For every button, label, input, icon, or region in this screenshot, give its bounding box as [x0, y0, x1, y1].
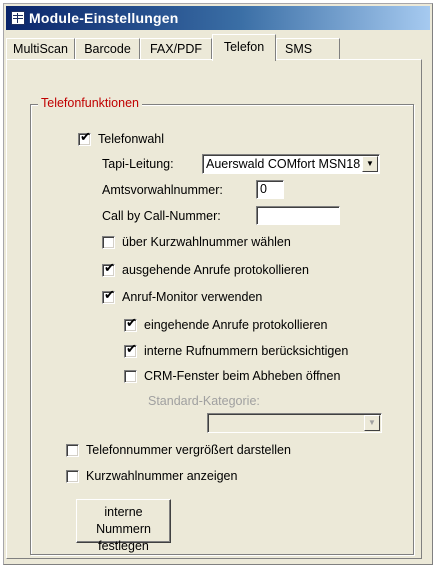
ausgehende-label: ausgehende Anrufe protokollieren: [122, 263, 309, 277]
telefonnummer-gross-checkbox[interactable]: [66, 444, 79, 457]
tab-multiscan[interactable]: MultiScan: [6, 38, 75, 60]
ausgehende-checkbox[interactable]: ✔: [102, 261, 115, 277]
dropdown-arrow-icon: ▼: [364, 415, 380, 431]
tapi-label: Tapi-Leitung:: [102, 157, 174, 171]
kurzwahl-waehlen-checkbox[interactable]: [102, 236, 115, 249]
interne-rufnummern-checkbox[interactable]: ✔: [124, 342, 137, 358]
telefonwahl-label: Telefonwahl: [98, 132, 165, 146]
callby-label: Call by Call-Nummer:: [102, 209, 221, 223]
tapi-leitung-value: Auerswald COMfort MSN18: [206, 157, 361, 171]
eingehende-checkbox[interactable]: ✔: [124, 316, 137, 332]
telefonwahl-checkbox[interactable]: ✔: [78, 130, 91, 146]
tab-telefon[interactable]: Telefon: [212, 34, 276, 61]
amtsvorwahl-input[interactable]: 0: [256, 180, 284, 199]
title-bar[interactable]: Module-Einstellungen: [6, 6, 430, 30]
checkmark-icon: ✔: [104, 261, 115, 276]
form-icon: [11, 11, 25, 25]
group-label: Telefonfunktionen: [38, 96, 142, 110]
interne-nummern-button[interactable]: interne Nummern festlegen: [76, 499, 171, 553]
checkmark-icon: ✔: [126, 316, 137, 331]
tab-sms[interactable]: SMS: [276, 38, 340, 60]
tab-barcode[interactable]: Barcode: [75, 38, 140, 60]
tab-fax-pdf[interactable]: FAX/PDF: [140, 38, 212, 60]
anrufmonitor-checkbox[interactable]: ✔: [102, 288, 115, 304]
telefonnummer-gross-label: Telefonnummer vergrößert darstellen: [86, 443, 291, 457]
interne-rufnummern-label: interne Rufnummern berücksichtigen: [144, 344, 349, 358]
crm-fenster-checkbox[interactable]: [124, 370, 137, 383]
interne-nummern-button-line2: festlegen: [98, 539, 149, 553]
standard-kategorie-select: ▼: [207, 413, 382, 433]
checkmark-icon: ✔: [104, 288, 115, 303]
anrufmonitor-label: Anruf-Monitor verwenden: [122, 290, 263, 304]
kurzwahl-anzeigen-label: Kurzwahlnummer anzeigen: [86, 469, 238, 483]
interne-nummern-button-line1: interne Nummern: [96, 505, 151, 536]
standard-kategorie-label: Standard-Kategorie:: [148, 394, 260, 408]
crm-fenster-label: CRM-Fenster beim Abheben öffnen: [144, 369, 341, 383]
checkmark-icon: ✔: [126, 342, 137, 357]
eingehende-label: eingehende Anrufe protokollieren: [144, 318, 328, 332]
kurzwahl-waehlen-label: über Kurzwahlnummer wählen: [122, 235, 291, 249]
amtsvorwahl-label: Amtsvorwahlnummer:: [102, 183, 223, 197]
callby-input[interactable]: [256, 206, 340, 225]
dropdown-arrow-icon[interactable]: ▼: [362, 156, 378, 172]
window-title: Module-Einstellungen: [29, 10, 179, 26]
tapi-leitung-select[interactable]: Auerswald COMfort MSN18 ▼: [202, 154, 380, 174]
kurzwahl-anzeigen-checkbox[interactable]: [66, 470, 79, 483]
checkmark-icon: ✔: [80, 130, 91, 145]
